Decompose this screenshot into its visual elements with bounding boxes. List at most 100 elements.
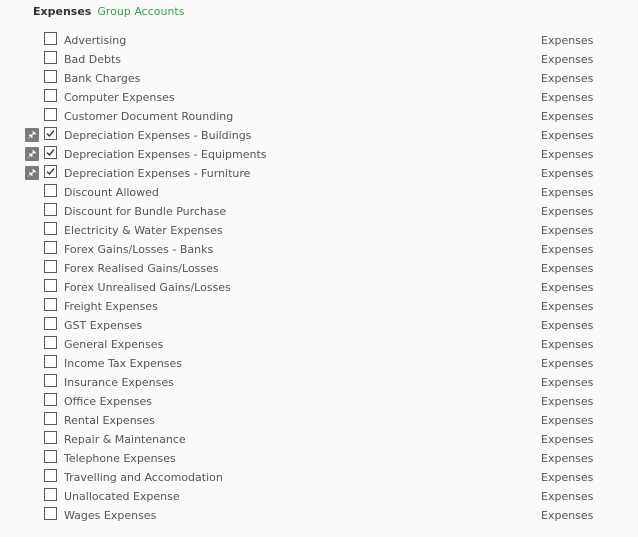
account-row[interactable]: Rental Expenses Expenses [0,411,638,430]
account-group: Expenses [541,110,594,123]
account-row[interactable]: Repair & Maintenance Expenses [0,430,638,449]
pin-icon[interactable] [25,128,39,142]
account-row[interactable]: Income Tax Expenses Expenses [0,354,638,373]
account-group: Expenses [541,224,594,237]
account-name: Insurance Expenses [64,376,174,389]
account-row[interactable]: Computer Expenses Expenses [0,88,638,107]
row-checkbox[interactable] [44,450,57,463]
account-group: Expenses [541,262,594,275]
account-group: Expenses [541,300,594,313]
row-checkbox[interactable] [44,469,57,482]
account-group: Expenses [541,319,594,332]
row-checkbox[interactable] [44,279,57,292]
account-group: Expenses [541,167,594,180]
account-group: Expenses [541,509,594,522]
row-checkbox[interactable] [44,51,57,64]
account-row[interactable]: Forex Realised Gains/Losses Expenses [0,259,638,278]
account-name: Travelling and Accomodation [64,471,223,484]
checkmark-icon [46,149,55,157]
account-name: Wages Expenses [64,509,157,522]
account-name: Depreciation Expenses - Equipments [64,148,267,161]
account-name: Bank Charges [64,72,141,85]
account-group: Expenses [541,281,594,294]
account-name: Computer Expenses [64,91,175,104]
row-checkbox[interactable] [44,241,57,254]
account-name: Unallocated Expense [64,490,180,503]
row-checkbox[interactable] [44,127,57,140]
account-name: Freight Expenses [64,300,158,313]
account-name: GST Expenses [64,319,143,332]
row-checkbox[interactable] [44,317,57,330]
row-checkbox[interactable] [44,393,57,406]
account-group: Expenses [541,490,594,503]
row-checkbox[interactable] [44,298,57,311]
account-name: Discount for Bundle Purchase [64,205,227,218]
account-name: Electricity & Water Expenses [64,224,223,237]
account-group: Expenses [541,452,594,465]
account-name: General Expenses [64,338,164,351]
account-row[interactable]: Office Expenses Expenses [0,392,638,411]
account-row[interactable]: Insurance Expenses Expenses [0,373,638,392]
account-name: Income Tax Expenses [64,357,183,370]
account-row[interactable]: Electricity & Water Expenses Expenses [0,221,638,240]
account-group: Expenses [541,205,594,218]
account-list: Advertising Expenses Bad Debts Expenses Bank… [0,31,638,525]
account-name: Office Expenses [64,395,153,408]
account-group: Expenses [541,72,594,85]
account-group: Expenses [541,148,594,161]
account-row[interactable]: General Expenses Expenses [0,335,638,354]
row-checkbox[interactable] [44,203,57,216]
account-row[interactable]: Bad Debts Expenses [0,50,638,69]
group-accounts-link[interactable]: Group Accounts [97,5,184,18]
account-row[interactable]: Freight Expenses Expenses [0,297,638,316]
row-checkbox[interactable] [44,146,57,159]
account-row[interactable]: Depreciation Expenses - Furniture Expense… [0,164,638,183]
account-group: Expenses [541,395,594,408]
account-group: Expenses [541,433,594,446]
account-row[interactable]: Depreciation Expenses - Buildings Expense… [0,126,638,145]
row-checkbox[interactable] [44,89,57,102]
row-checkbox[interactable] [44,374,57,387]
account-row[interactable]: Forex Gains/Losses - Banks Expenses [0,240,638,259]
account-row[interactable]: Advertising Expenses [0,31,638,50]
account-row[interactable]: Unallocated Expense Expenses [0,487,638,506]
account-name: Forex Realised Gains/Losses [64,262,219,275]
account-group: Expenses [541,471,594,484]
account-group: Expenses [541,338,594,351]
account-row[interactable]: Wages Expenses Expenses [0,506,638,525]
checkmark-icon [46,130,55,138]
account-group: Expenses [541,129,594,142]
account-row[interactable]: Discount for Bundle Purchase Expenses [0,202,638,221]
account-name: Bad Debts [64,53,122,66]
section-title: Expenses [33,5,92,18]
row-checkbox[interactable] [44,488,57,501]
row-checkbox[interactable] [44,32,57,45]
account-row[interactable]: Telephone Expenses Expenses [0,449,638,468]
row-checkbox[interactable] [44,70,57,83]
account-row[interactable]: Forex Unrealised Gains/Losses Expenses [0,278,638,297]
row-checkbox[interactable] [44,355,57,368]
pin-icon[interactable] [25,166,39,180]
account-row[interactable]: Travelling and Accomodation Expenses [0,468,638,487]
account-group: Expenses [541,414,594,427]
row-checkbox[interactable] [44,165,57,178]
account-group: Expenses [541,376,594,389]
account-row[interactable]: Customer Document Rounding Expenses [0,107,638,126]
account-row[interactable]: Depreciation Expenses - Equipments Expens… [0,145,638,164]
row-checkbox[interactable] [44,431,57,444]
account-name: Customer Document Rounding [64,110,234,123]
row-checkbox[interactable] [44,184,57,197]
row-checkbox[interactable] [44,507,57,520]
row-checkbox[interactable] [44,336,57,349]
account-name: Depreciation Expenses - Furniture [64,167,251,180]
account-name: Discount Allowed [64,186,159,199]
row-checkbox[interactable] [44,412,57,425]
pin-icon[interactable] [25,147,39,161]
row-checkbox[interactable] [44,108,57,121]
row-checkbox[interactable] [44,222,57,235]
account-row[interactable]: Discount Allowed Expenses [0,183,638,202]
row-checkbox[interactable] [44,260,57,273]
account-row[interactable]: GST Expenses Expenses [0,316,638,335]
account-group: Expenses [541,53,594,66]
account-row[interactable]: Bank Charges Expenses [0,69,638,88]
